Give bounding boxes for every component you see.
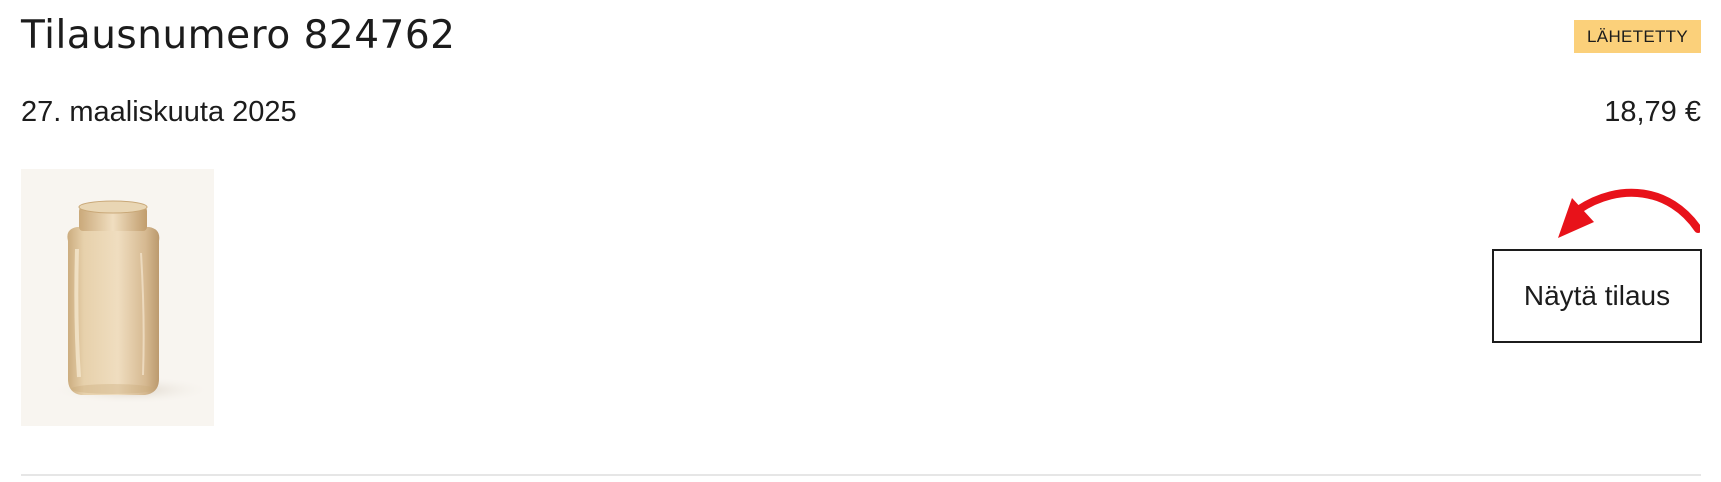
order-date: 27. maaliskuuta 2025 (21, 96, 297, 128)
view-order-button[interactable]: Näytä tilaus (1492, 249, 1702, 343)
product-thumbnail[interactable] (21, 169, 214, 426)
order-card: Tilausnumero 824762 LÄHETETTY 27. maalis… (0, 0, 1721, 482)
glass-vase-image (21, 169, 214, 426)
status-badge: LÄHETETTY (1574, 20, 1701, 53)
order-title: Tilausnumero 824762 (21, 13, 456, 58)
order-total: 18,79 € (1604, 96, 1701, 128)
red-curved-arrow-icon (1558, 188, 1700, 238)
divider (21, 474, 1701, 476)
